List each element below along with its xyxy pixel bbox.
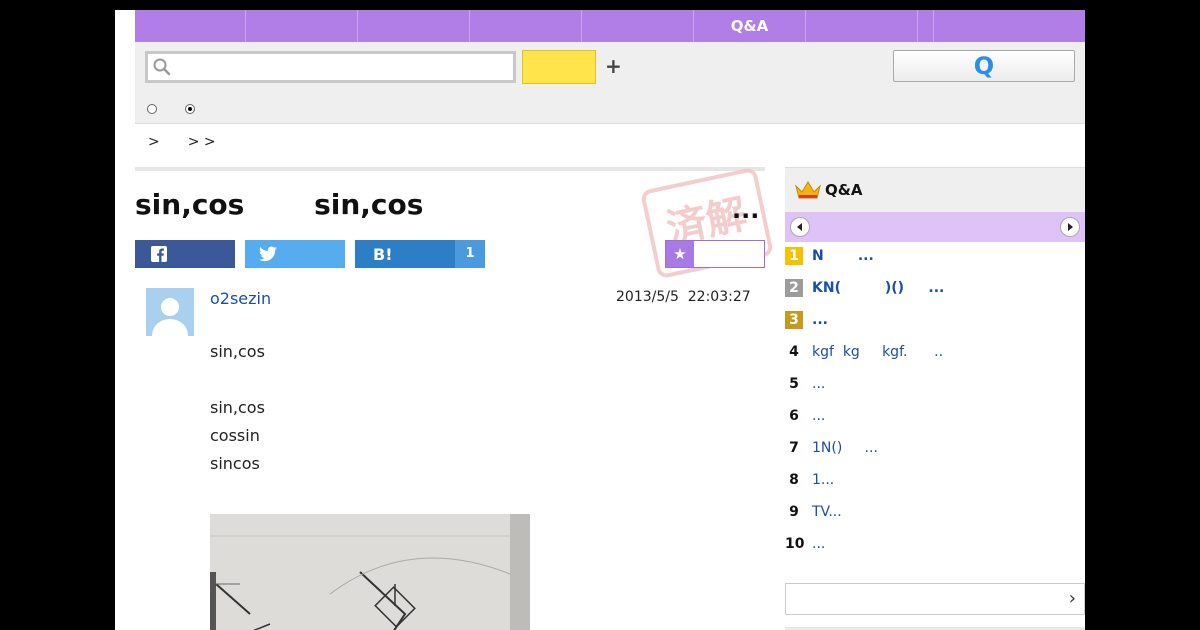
nav-item-5[interactable] <box>582 10 694 42</box>
question-body-line: sincos <box>210 454 260 473</box>
search-button[interactable] <box>522 50 596 84</box>
hatena-label: B! <box>373 244 393 264</box>
breadcrumb-item[interactable] <box>166 134 182 150</box>
user-silhouette-icon <box>152 298 188 336</box>
breadcrumb-separator: > <box>148 134 160 150</box>
question-more-icon[interactable]: ... <box>732 196 759 224</box>
question-body-line: cossin <box>210 426 260 445</box>
nav-item-4[interactable] <box>470 10 582 42</box>
ranking-link[interactable]: ... <box>812 312 828 328</box>
ranking-item[interactable]: 9 TV... <box>785 501 1085 523</box>
ranking-number: 10 <box>785 536 805 552</box>
triangle-right-icon <box>1068 223 1073 231</box>
ranking-number: 2 <box>785 279 803 297</box>
question-author[interactable]: o2sezin <box>210 289 271 308</box>
nav-item-2[interactable] <box>246 10 358 42</box>
ranking-link[interactable]: KN( )() ... <box>812 280 944 296</box>
ranking-number: 5 <box>789 376 799 392</box>
plus-icon[interactable]: + <box>605 54 622 78</box>
ranking-item[interactable]: 7 1N() ... <box>785 437 1085 459</box>
question-body-line: sin,cos <box>210 398 265 417</box>
ranking-item[interactable]: 2 KN( )() ... <box>785 277 1085 299</box>
search-bar: + Q <box>135 42 1085 124</box>
ranking-item[interactable]: 8 1... <box>785 469 1085 491</box>
ranking-number: 7 <box>789 440 799 456</box>
search-box[interactable] <box>145 51 516 83</box>
ranking-link[interactable]: ... <box>812 376 825 392</box>
search-scope-radio-2[interactable] <box>185 104 195 114</box>
ranking-pager <box>785 212 1085 242</box>
nav-item-3[interactable] <box>358 10 470 42</box>
star-icon: ★ <box>666 241 694 267</box>
ranking-link[interactable]: 1N() ... <box>812 440 878 456</box>
ranking-number: 4 <box>789 344 799 360</box>
question-photo[interactable] <box>210 514 530 630</box>
nav-item-7[interactable] <box>806 10 918 42</box>
ranking-item[interactable]: 3... <box>785 309 1085 331</box>
ranking-number: 1 <box>785 247 803 265</box>
search-scope-radio-1[interactable] <box>147 104 157 114</box>
ranking-item[interactable]: 6... <box>785 405 1085 427</box>
breadcrumb-separator: > > <box>187 134 216 150</box>
ranking-sidebar: Q&A 1 N ... 2 KN( )() ... 3... 4 kgf kg kgf. .… <box>785 167 1085 630</box>
question-timestamp: 2013/5/5 22:03:27 <box>616 289 751 305</box>
textbook-photo-image <box>210 514 530 630</box>
page: Q&A + Q > > > 済解 sin,cos sin,cos ... B! … <box>115 10 1085 630</box>
ranking-more-button[interactable]: › <box>785 583 1085 615</box>
ranking-item[interactable]: 4 kgf kg kgf. .. <box>785 341 1085 363</box>
nav-item-9[interactable] <box>934 10 1085 42</box>
hatena-count: 1 <box>455 240 485 268</box>
page-left-margin <box>115 10 135 630</box>
pager-next-button[interactable] <box>1060 217 1080 237</box>
question-body-line: sin,cos <box>210 342 265 361</box>
crown-icon <box>795 181 821 199</box>
ranking-item[interactable]: 10... <box>785 533 1085 555</box>
ranking-link[interactable]: TV... <box>812 504 842 520</box>
facebook-share-button[interactable] <box>135 240 235 268</box>
triangle-left-icon <box>797 223 802 231</box>
ranking-number: 9 <box>789 504 799 520</box>
chevron-right-icon: › <box>1068 588 1076 609</box>
ranking-number: 3 <box>785 311 803 329</box>
twitter-icon <box>259 246 277 262</box>
hatena-bookmark-button[interactable]: B! 1 <box>355 240 485 268</box>
nav-item-1[interactable] <box>135 10 246 42</box>
search-input[interactable] <box>176 56 506 78</box>
nav-item-qa[interactable]: Q&A <box>694 10 806 42</box>
facebook-icon <box>151 246 167 262</box>
twitter-share-button[interactable] <box>245 240 345 268</box>
ranking-item[interactable]: 5... <box>785 373 1085 395</box>
search-icon <box>153 58 171 76</box>
content-divider <box>135 167 765 171</box>
ask-question-button[interactable]: Q <box>893 50 1075 82</box>
ranking-number: 8 <box>789 472 799 488</box>
ranking-item[interactable]: 1 N ... <box>785 245 1085 267</box>
ranking-number: 6 <box>789 408 799 424</box>
pager-prev-button[interactable] <box>790 217 810 237</box>
ranking-link[interactable]: 1... <box>812 472 834 488</box>
ranking-link[interactable]: ... <box>812 408 825 424</box>
nav-item-8[interactable] <box>918 10 934 42</box>
global-nav: Q&A <box>135 10 1085 42</box>
breadcrumb: > > > <box>142 134 216 150</box>
question-title: sin,cos sin,cos <box>135 188 424 221</box>
ranking-header: Q&A <box>785 167 1085 212</box>
ranking-link[interactable]: N ... <box>812 248 874 264</box>
ranking-link[interactable]: kgf kg kgf. .. <box>812 344 943 360</box>
favorite-button[interactable]: ★ <box>665 240 765 268</box>
ranking-link[interactable]: ... <box>812 536 825 552</box>
avatar[interactable] <box>146 288 194 336</box>
ranking-title: Q&A <box>825 181 863 199</box>
